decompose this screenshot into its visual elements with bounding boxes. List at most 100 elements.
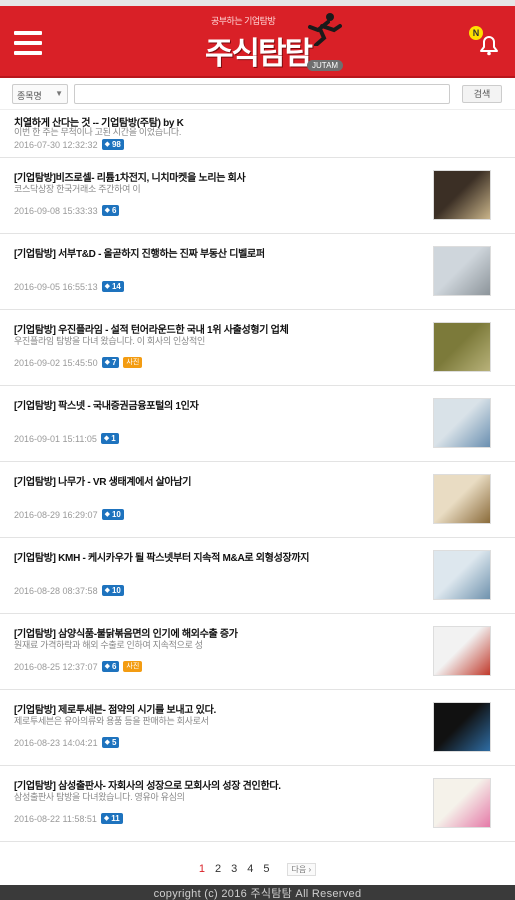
list-item[interactable]: [기업탐방] 서부T&D - 올곧하지 진행하는 진짜 부동산 디벨로퍼 2016… bbox=[0, 234, 515, 310]
comment-count-badge: ◆ 10 bbox=[101, 509, 124, 520]
comment-icon: ◆ bbox=[104, 141, 110, 148]
notification-button[interactable]: N bbox=[469, 26, 501, 61]
article-meta: 2016-08-22 11:58:51 ◆ 11 bbox=[14, 813, 123, 824]
article-list: 치열하게 산다는 것 -- 기업탐방(주탐) by K 이번 한 주는 무척이나 … bbox=[0, 110, 515, 842]
article-meta: 2016-09-01 15:11:05 ◆ 1 bbox=[14, 433, 119, 444]
photo-badge: 사진 bbox=[123, 357, 143, 368]
article-thumbnail[interactable] bbox=[433, 550, 491, 600]
page-link-3[interactable]: 3 bbox=[231, 863, 237, 875]
article-date: 2016-08-29 16:29:07 bbox=[14, 509, 98, 520]
comment-icon: ◆ bbox=[104, 663, 110, 670]
chevron-down-icon: ▼ bbox=[55, 88, 63, 98]
site-logo[interactable]: 공부하는 기업탐방 주식탐탐 JUTAM bbox=[205, 13, 355, 72]
comment-count-badge: ◆ 1 bbox=[100, 433, 119, 444]
article-date: 2016-09-05 16:55:13 bbox=[14, 281, 98, 292]
list-item[interactable]: [기업탐방] 제로투세븐- 점약의 시기를 보내고 있다. 제로투세븐은 유아의류… bbox=[0, 690, 515, 766]
article-meta: 2016-09-08 15:33:33 ◆ 6 bbox=[14, 205, 120, 216]
search-field-select[interactable]: 종목명 ▼ bbox=[12, 83, 68, 104]
page-link-5[interactable]: 5 bbox=[263, 863, 269, 875]
search-input[interactable] bbox=[74, 83, 450, 104]
list-item[interactable]: 치열하게 산다는 것 -- 기업탐방(주탐) by K 이번 한 주는 무척이나 … bbox=[0, 110, 515, 158]
hamburger-menu-icon[interactable] bbox=[14, 31, 42, 55]
comment-icon: ◆ bbox=[103, 435, 110, 442]
article-summary: 우진플라임 탐방을 다녀 왔습니다. 이 회사의 인상적인 bbox=[14, 336, 205, 346]
comment-count: 11 bbox=[111, 814, 120, 823]
comment-count-badge: ◆ 6 bbox=[101, 661, 120, 672]
article-thumbnail[interactable] bbox=[433, 626, 491, 676]
page-link-2[interactable]: 2 bbox=[215, 863, 221, 875]
article-summary: 이번 한 주는 무척이나 고된 시간을 이었습니다. bbox=[14, 127, 182, 137]
article-date: 2016-08-25 12:37:07 bbox=[14, 661, 98, 672]
comment-count-badge: ◆ 10 bbox=[101, 585, 124, 596]
article-meta: 2016-07-30 12:32:32 ◆ 98 bbox=[14, 139, 124, 150]
comment-count: 6 bbox=[111, 206, 117, 215]
article-summary: 삼성출판사 탐방을 다녀왔습니다. 영유아 유심의 bbox=[14, 792, 185, 802]
list-item[interactable]: [기업탐방]비즈로셀- 리튬1차전지, 니치마켓을 노리는 회사 코스닥상장 한국… bbox=[0, 158, 515, 234]
article-title[interactable]: [기업탐방] 서부T&D - 올곧하지 진행하는 진짜 부동산 디벨로퍼 bbox=[14, 245, 265, 260]
article-meta: 2016-08-29 16:29:07 ◆ 10 bbox=[14, 509, 124, 520]
notification-badge: N bbox=[469, 26, 483, 40]
article-title[interactable]: [기업탐방] 나무가 - VR 생태계에서 살아남기 bbox=[14, 473, 191, 488]
page-link-1[interactable]: 1 bbox=[199, 863, 205, 875]
logo-title: 주식탐탐 bbox=[205, 36, 313, 71]
article-thumbnail[interactable] bbox=[433, 702, 491, 752]
comment-icon: ◆ bbox=[103, 815, 110, 822]
app-header: 공부하는 기업탐방 주식탐탐 JUTAM N bbox=[0, 6, 515, 78]
article-summary: 제로투세븐은 유아의류와 용품 등을 판매하는 회사로서 bbox=[14, 716, 209, 726]
article-thumbnail[interactable] bbox=[433, 170, 491, 220]
comment-count-badge: ◆ 14 bbox=[101, 281, 124, 292]
comment-count: 6 bbox=[111, 662, 117, 671]
article-summary: 코스닥상장 한국거래소 주간하여 이 bbox=[14, 184, 141, 194]
article-meta: 2016-08-28 08:37:58 ◆ 10 bbox=[14, 585, 124, 596]
comment-icon: ◆ bbox=[104, 283, 110, 290]
comment-count: 5 bbox=[111, 738, 117, 747]
list-item[interactable]: [기업탐방] 팍스넷 - 국내증권금융포털의 1인자 2016-09-01 15:… bbox=[0, 386, 515, 462]
article-title[interactable]: [기업탐방] 팍스넷 - 국내증권금융포털의 1인자 bbox=[14, 397, 199, 412]
copyright-text: copyright (c) 2016 주식탐탐 All Reserved bbox=[153, 888, 362, 900]
next-page-button[interactable]: 다음 › bbox=[286, 863, 317, 876]
list-item[interactable]: [기업탐방] 삼성출판사- 자회사의 성장으로 모회사의 성장 견인한다. 삼성출… bbox=[0, 766, 515, 842]
comment-count: 98 bbox=[111, 140, 121, 149]
comment-count-badge: ◆ 11 bbox=[100, 813, 123, 824]
comment-count-badge: ◆ 5 bbox=[101, 737, 120, 748]
article-meta: 2016-09-05 16:55:13 ◆ 14 bbox=[14, 281, 124, 292]
pagination: 1 2 3 4 5 다음 › bbox=[0, 863, 515, 881]
list-item[interactable]: [기업탐방] 삼양식품-불닭볶음면의 인기에 해외수출 증가 원재료 가격하락과 … bbox=[0, 614, 515, 690]
comment-count: 10 bbox=[111, 586, 121, 595]
comment-count-badge: ◆ 98 bbox=[101, 139, 124, 150]
comment-icon: ◆ bbox=[104, 207, 110, 214]
page-link-4[interactable]: 4 bbox=[247, 863, 253, 875]
article-title[interactable]: [기업탐방] KMH - 케시카우가 될 팍스넷부터 지속적 M&A로 외형성장… bbox=[14, 549, 309, 564]
comment-count: 14 bbox=[111, 282, 121, 291]
comment-icon: ◆ bbox=[104, 587, 110, 594]
comment-icon: ◆ bbox=[104, 359, 110, 366]
article-date: 2016-09-01 15:11:05 bbox=[14, 433, 97, 444]
logo-badge: JUTAM bbox=[307, 60, 344, 71]
comment-icon: ◆ bbox=[104, 511, 110, 518]
article-summary: 원재료 가격하락과 해외 수출로 인하여 지속적으로 성 bbox=[14, 640, 203, 650]
article-date: 2016-09-02 15:45:50 bbox=[14, 357, 98, 368]
select-value: 종목명 bbox=[17, 90, 42, 101]
comment-count: 7 bbox=[111, 358, 117, 367]
article-meta: 2016-09-02 15:45:50 ◆ 7 사진 bbox=[14, 357, 143, 368]
logo-tagline: 공부하는 기업탐방 bbox=[211, 16, 276, 26]
article-date: 2016-09-08 15:33:33 bbox=[14, 205, 98, 216]
footer: copyright (c) 2016 주식탐탐 All Reserved bbox=[0, 885, 515, 900]
article-meta: 2016-08-25 12:37:07 ◆ 6 사진 bbox=[14, 661, 143, 672]
article-date: 2016-07-30 12:32:32 bbox=[14, 139, 98, 150]
article-thumbnail[interactable] bbox=[433, 778, 491, 828]
article-date: 2016-08-22 11:58:51 bbox=[14, 813, 97, 824]
list-item[interactable]: [기업탐방] KMH - 케시카우가 될 팍스넷부터 지속적 M&A로 외형성장… bbox=[0, 538, 515, 614]
search-bar: 종목명 ▼ 검색 bbox=[0, 78, 515, 110]
article-thumbnail[interactable] bbox=[433, 474, 491, 524]
list-item[interactable]: [기업탐방] 나무가 - VR 생태계에서 살아남기 2016-08-29 16:… bbox=[0, 462, 515, 538]
comment-count-badge: ◆ 6 bbox=[101, 205, 120, 216]
article-thumbnail[interactable] bbox=[433, 398, 491, 448]
article-thumbnail[interactable] bbox=[433, 246, 491, 296]
article-thumbnail[interactable] bbox=[433, 322, 491, 372]
article-date: 2016-08-23 14:04:21 bbox=[14, 737, 98, 748]
list-item[interactable]: [기업탐방] 우진플라임 - 설적 턴어라운드한 국내 1위 사출성형기 업체 우… bbox=[0, 310, 515, 386]
comment-count: 1 bbox=[111, 434, 116, 443]
article-date: 2016-08-28 08:37:58 bbox=[14, 585, 98, 596]
search-button[interactable]: 검색 bbox=[462, 84, 502, 103]
